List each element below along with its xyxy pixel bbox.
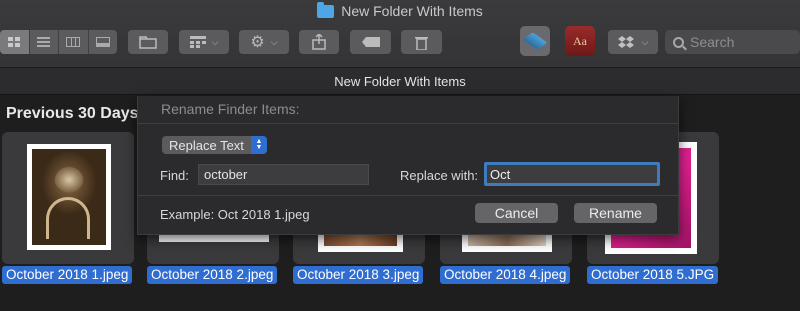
replace-label: Replace with: bbox=[400, 168, 479, 183]
group-icon bbox=[189, 36, 206, 48]
cancel-button[interactable]: Cancel bbox=[475, 203, 558, 223]
list-view-icon bbox=[37, 37, 51, 47]
gallery-view-button[interactable] bbox=[88, 30, 117, 54]
replace-input[interactable] bbox=[484, 162, 660, 186]
finder-window: New Folder With Items ⌵ ⚙ ⌵ Aa ⌵ Search … bbox=[0, 0, 800, 311]
file-name-label[interactable]: October 2018 4.jpeg bbox=[440, 266, 571, 284]
column-view-button[interactable] bbox=[59, 30, 89, 54]
chevron-down-icon: ⌵ bbox=[270, 36, 278, 47]
file-thumbnail bbox=[27, 144, 111, 250]
chevron-down-icon: ⌵ bbox=[641, 36, 649, 47]
gallery-view-icon bbox=[95, 37, 110, 47]
window-title: New Folder With Items bbox=[341, 3, 483, 19]
title-bar: New Folder With Items bbox=[0, 0, 800, 22]
trash-button[interactable] bbox=[401, 30, 442, 54]
dialog-title: Rename Finder Items: bbox=[161, 101, 300, 117]
chevron-down-icon: ⌵ bbox=[211, 36, 219, 47]
example-text: Example: Oct 2018 1.jpeg bbox=[160, 207, 310, 222]
search-input[interactable] bbox=[690, 34, 790, 50]
search-icon bbox=[673, 36, 684, 48]
chevron-updown-icon: ▲ ▼ bbox=[251, 136, 267, 154]
find-label: Find: bbox=[160, 168, 189, 183]
dictionary-app-button[interactable]: Aa bbox=[565, 26, 595, 56]
tag-icon bbox=[361, 37, 380, 47]
layers-app-button[interactable] bbox=[520, 26, 550, 56]
share-button[interactable] bbox=[299, 30, 339, 54]
file-name-label[interactable]: October 2018 1.jpeg bbox=[2, 266, 133, 284]
path-bar: New Folder With Items bbox=[0, 68, 800, 95]
tags-button[interactable] bbox=[350, 30, 391, 54]
dictionary-icon: Aa bbox=[573, 33, 587, 48]
rename-mode-popup[interactable]: Replace Text ▲ ▼ bbox=[162, 136, 267, 154]
section-header: Previous 30 Days bbox=[6, 105, 139, 122]
view-mode-control bbox=[0, 30, 117, 54]
icon-view-icon bbox=[8, 37, 21, 47]
toolbar: New Folder With Items ⌵ ⚙ ⌵ Aa ⌵ Search bbox=[0, 0, 800, 68]
dropbox-icon bbox=[617, 35, 634, 48]
path-title: New Folder With Items bbox=[334, 73, 466, 89]
trash-icon bbox=[415, 36, 428, 50]
folder-icon bbox=[317, 1, 335, 18]
rename-mode-label: Replace Text bbox=[169, 137, 244, 153]
thumbnail-image bbox=[32, 149, 106, 245]
rename-button[interactable]: Rename bbox=[574, 203, 657, 223]
share-icon bbox=[312, 34, 326, 50]
find-input[interactable] bbox=[198, 164, 369, 185]
new-folder-button[interactable] bbox=[128, 30, 168, 54]
rename-dialog: Rename Finder Items: Replace Text ▲ ▼ Fin… bbox=[137, 96, 679, 235]
thumbnail-detail bbox=[46, 197, 90, 239]
dropbox-button[interactable]: ⌵ bbox=[608, 30, 658, 54]
gear-icon: ⚙ bbox=[250, 34, 265, 51]
divider bbox=[138, 123, 678, 124]
divider bbox=[138, 195, 678, 196]
file-name-label[interactable]: October 2018 2.jpeg bbox=[147, 266, 278, 284]
file-name-label[interactable]: October 2018 5.JPG bbox=[587, 266, 719, 284]
search-field[interactable] bbox=[665, 30, 800, 54]
action-button[interactable]: ⚙ ⌵ bbox=[239, 30, 289, 54]
new-folder-icon bbox=[139, 35, 157, 49]
layers-icon bbox=[522, 32, 548, 50]
file-tile[interactable] bbox=[2, 132, 134, 264]
column-view-icon bbox=[66, 37, 81, 47]
file-name-label[interactable]: October 2018 3.jpeg bbox=[293, 266, 424, 284]
group-button[interactable]: ⌵ bbox=[179, 30, 229, 54]
list-view-button[interactable] bbox=[29, 30, 59, 54]
icon-view-button[interactable] bbox=[0, 30, 30, 54]
